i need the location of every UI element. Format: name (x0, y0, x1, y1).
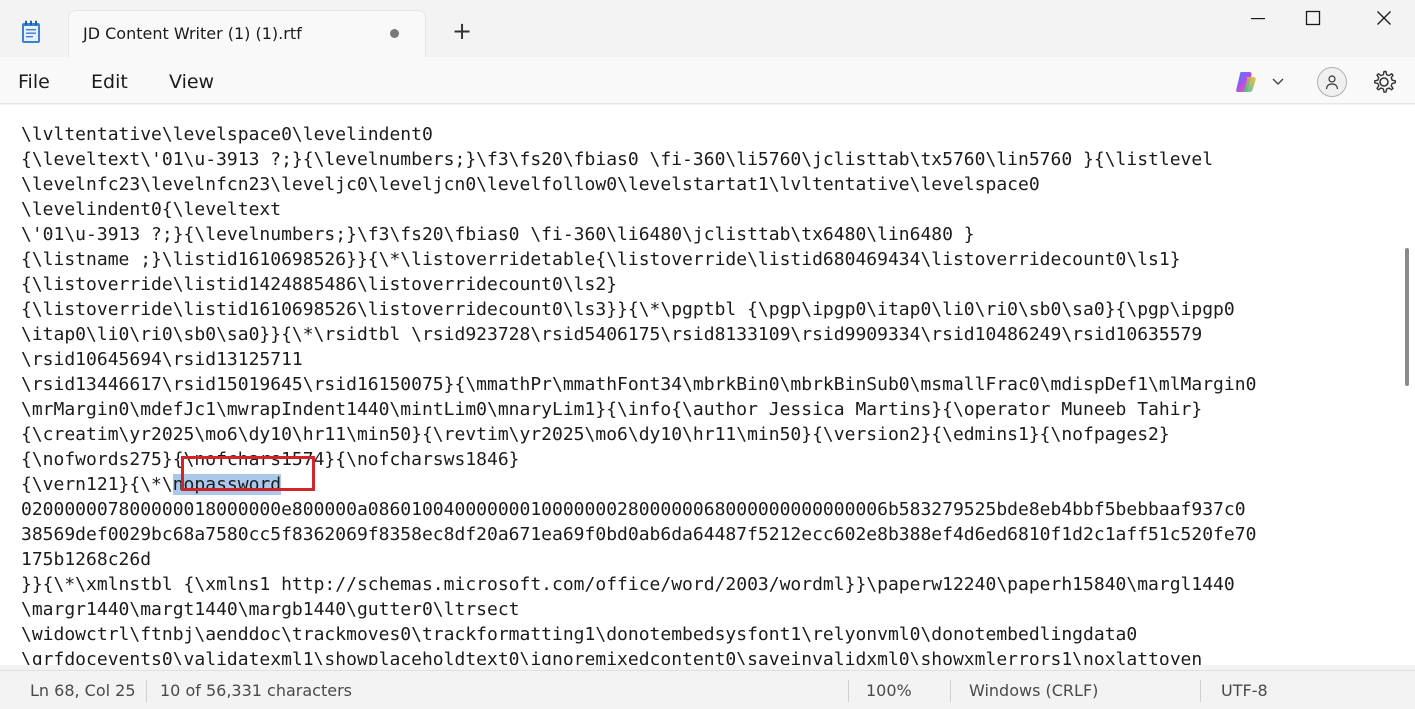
text-line: \mrMargin0\mdefJc1\mwrapIndent1440\mintL… (21, 399, 1203, 420)
gear-icon[interactable] (1370, 68, 1398, 96)
text-line: {\listoverride\listid1610698526\listover… (21, 299, 1235, 320)
maximize-button[interactable] (1282, 0, 1344, 36)
close-button[interactable] (1353, 0, 1415, 36)
text-line: }}{\*\xmlnstbl {\xmlns1 http://schemas.m… (21, 574, 1235, 595)
status-divider (1200, 680, 1201, 702)
text-line: \rsid10645694\rsid13125711 (21, 349, 303, 370)
status-divider (848, 680, 849, 702)
line-text: {\vern121}{\*\ (21, 474, 173, 495)
person-icon (1325, 75, 1339, 90)
cursor-position: Ln 68, Col 25 (30, 681, 136, 700)
text-line: \'01\u-3913 ?;}{\levelnumbers;}\f3\fs20\… (21, 224, 975, 245)
close-icon (1377, 11, 1391, 25)
copilot-icon[interactable] (1233, 69, 1259, 95)
tab-title: JD Content Writer (1) (1).rtf (83, 24, 302, 43)
text-line (21, 105, 1256, 122)
tab-document[interactable]: JD Content Writer (1) (1).rtf (68, 10, 426, 57)
notepad-app-icon (22, 20, 40, 43)
status-bar: Ln 68, Col 25 10 of 56,331 characters 10… (0, 670, 1415, 709)
text-line: \levelindent0{\leveltext (21, 199, 282, 220)
minimize-button[interactable] (1227, 0, 1289, 36)
text-line: {\leveltext\'01\u-3913 ?;}{\levelnumbers… (21, 149, 1214, 170)
menu-bar: File Edit View (0, 57, 1415, 104)
text-line: \rsid13446617\rsid15019645\rsid16150075}… (21, 374, 1257, 395)
maximize-icon (1305, 10, 1321, 26)
menu-view[interactable]: View (169, 71, 214, 93)
notepad-window: JD Content Writer (1) (1).rtf + File Edi… (0, 0, 1415, 709)
text-line: \levelnfc23\levelnfcn23\leveljc0\leveljc… (21, 174, 1040, 195)
text-editor[interactable]: \lvltentative\levelspace0\levelindent0 {\… (0, 105, 1415, 665)
text-line: {\listoverride\listid1424885486\listover… (21, 274, 618, 295)
text-line: 020000007800000018000000e800000a08601004… (21, 499, 1246, 520)
menu-edit[interactable]: Edit (91, 71, 128, 93)
text-line: \grfdocevents0\validatexml1\showplacehol… (21, 649, 1203, 665)
encoding[interactable]: UTF-8 (1221, 681, 1268, 700)
character-count: 10 of 56,331 characters (160, 681, 352, 700)
minimize-icon (1251, 18, 1265, 20)
text-line: \itap0\li0\ri0\sb0\sa0}}{\*\rsidtbl \rsi… (21, 324, 1203, 345)
vertical-scrollbar[interactable] (1405, 248, 1409, 386)
text-line: \margr1440\margt1440\margb1440\gutter0\l… (21, 599, 520, 620)
text-line: {\listname ;}\listid1610698526}}{\*\list… (21, 249, 1181, 270)
line-ending[interactable]: Windows (CRLF) (969, 681, 1098, 700)
text-line: \lvltentative\levelspace0\levelindent0 (21, 124, 433, 145)
account-avatar[interactable] (1317, 67, 1347, 97)
editor-lines: \lvltentative\levelspace0\levelindent0 {\… (21, 105, 1256, 665)
text-line: 175b1268c26d (21, 549, 152, 570)
title-bar: JD Content Writer (1) (1).rtf + (0, 0, 1415, 57)
text-line: \widowctrl\ftnbj\aenddoc\trackmoves0\tra… (21, 624, 1138, 645)
new-tab-button[interactable]: + (448, 18, 476, 46)
chevron-down-icon[interactable] (1270, 73, 1286, 89)
status-divider (950, 680, 951, 702)
menu-file[interactable]: File (18, 71, 50, 93)
unsaved-indicator-icon[interactable] (390, 29, 399, 38)
text-line: 38569def0029bc68a7580cc5f8362069f8358ec8… (21, 524, 1257, 545)
selection-highlight-annotation (181, 456, 315, 491)
zoom-level[interactable]: 100% (866, 681, 912, 700)
text-line: {\creatim\yr2025\mo6\dy10\hr11\min50}{\r… (21, 424, 1170, 445)
status-divider (146, 680, 147, 702)
